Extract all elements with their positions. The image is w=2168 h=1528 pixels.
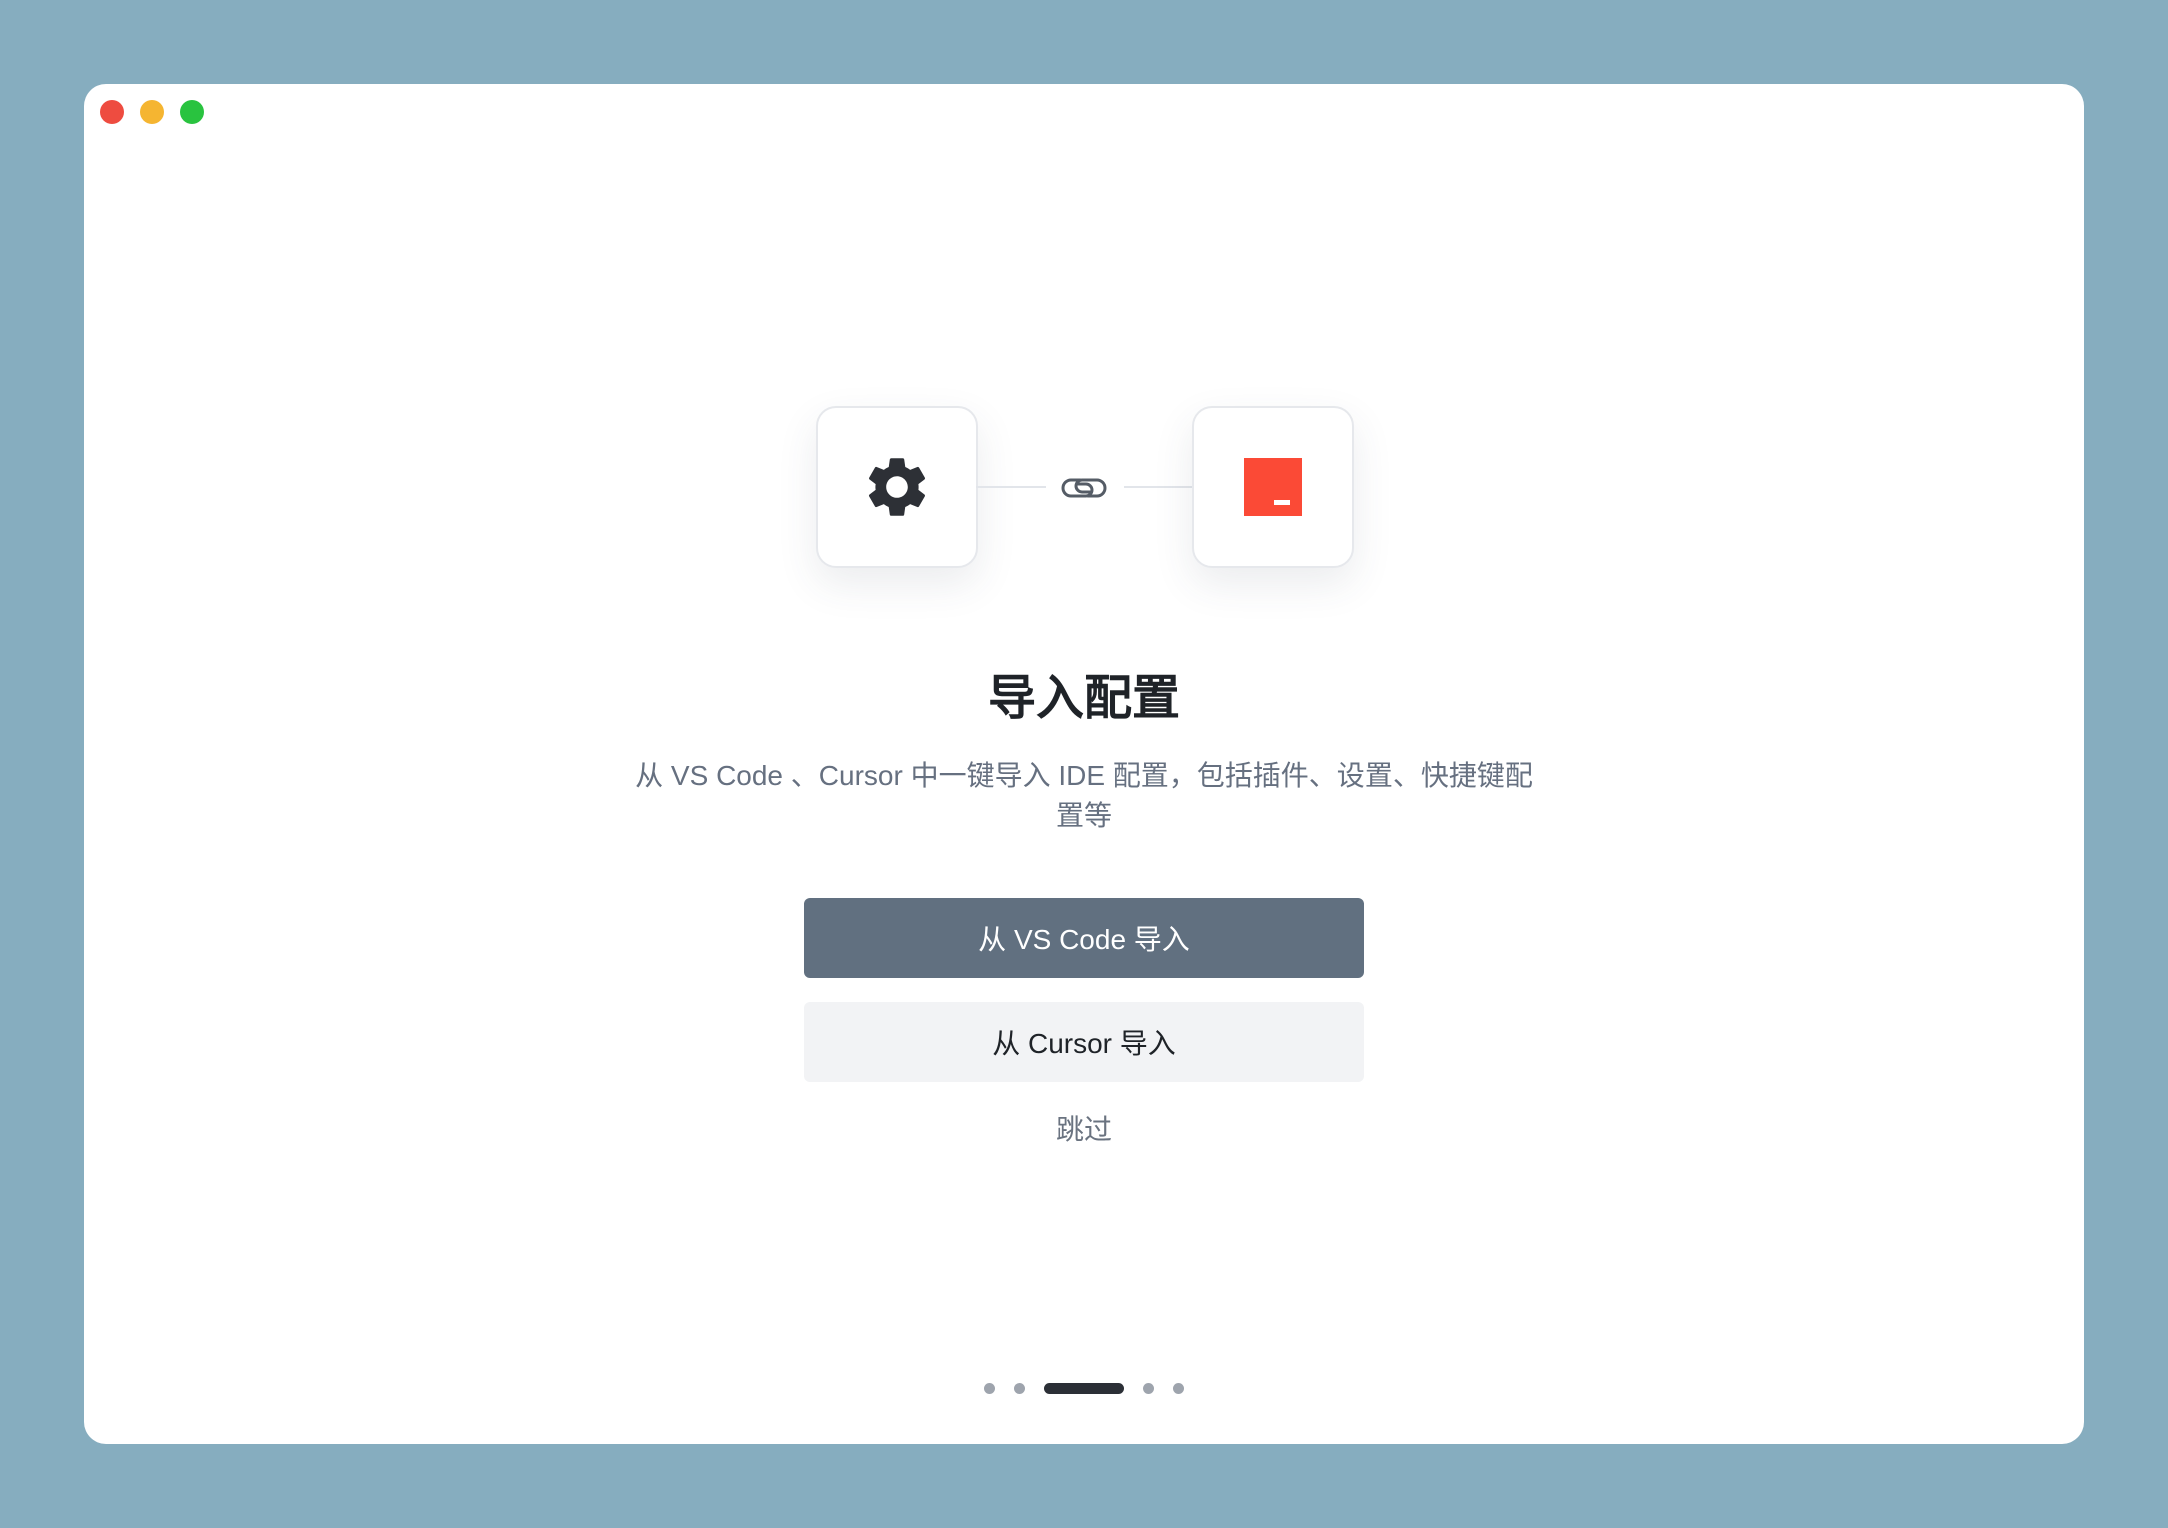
brand-logo-icon	[1244, 458, 1302, 516]
close-window-button[interactable]	[100, 100, 124, 124]
import-from-cursor-button[interactable]: 从 Cursor 导入	[804, 1002, 1364, 1082]
page-dot-3-active[interactable]	[1044, 1383, 1124, 1394]
skip-link[interactable]: 跳过	[1046, 1110, 1122, 1149]
minimize-window-button[interactable]	[140, 100, 164, 124]
pagination-dots	[84, 1383, 2084, 1394]
link-icon	[1061, 478, 1107, 498]
onboarding-window: 导入配置 从 VS Code 、Cursor 中一键导入 IDE 配置，包括插件…	[84, 84, 2084, 1444]
page-dot-2[interactable]	[1014, 1383, 1025, 1394]
brand-logo-cursor-bar	[1274, 500, 1290, 505]
zoom-window-button[interactable]	[180, 100, 204, 124]
source-ide-card	[816, 406, 978, 568]
page-dot-1[interactable]	[984, 1383, 995, 1394]
gear-icon	[868, 458, 926, 516]
import-illustration	[816, 406, 1354, 568]
page-description: 从 VS Code 、Cursor 中一键导入 IDE 配置，包括插件、设置、快…	[635, 760, 1533, 831]
skip-link-row: 跳过	[84, 1108, 2084, 1148]
connector-line-left	[976, 486, 1046, 488]
import-from-vscode-button[interactable]: 从 VS Code 导入	[804, 898, 1364, 978]
target-ide-card	[1192, 406, 1354, 568]
page-dot-4[interactable]	[1143, 1383, 1154, 1394]
connector-line-right	[1124, 486, 1192, 488]
window-controls	[100, 100, 204, 124]
page-dot-5[interactable]	[1173, 1383, 1184, 1394]
page-title: 导入配置	[987, 672, 1180, 725]
